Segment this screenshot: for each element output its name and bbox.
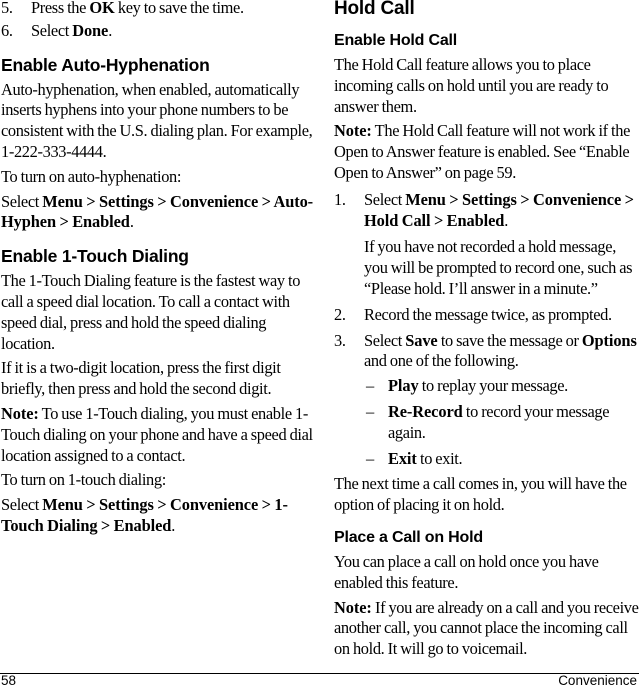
page-number: 58	[1, 673, 17, 688]
section-heading: Enable 1-Touch Dialing	[1, 246, 189, 267]
step-number: 6.	[1, 20, 13, 40]
menu-path: Menu > Settings > Convenience > Auto-Hyp…	[1, 191, 314, 232]
step-number: 5.	[1, 0, 13, 17]
left-column: 5. Press the OK key to save the time. 6.…	[1, 0, 319, 545]
continued-steps-list: 5. Press the OK key to save the time. 6.…	[1, 0, 319, 42]
paragraph: The next time a call comes in, you will …	[334, 474, 627, 515]
paragraph: Auto-hyphenation, when enabled, automati…	[1, 79, 313, 161]
step-item: 6. Select Done.	[1, 20, 112, 40]
chapter-section-heading: Hold Call	[334, 0, 415, 19]
option-name: Exit	[388, 448, 417, 468]
note-label: Note:	[1, 403, 39, 423]
paragraph: To turn on auto-hyphenation:	[1, 166, 182, 186]
step-item: 3. Select Save to save the message or Op…	[334, 331, 639, 470]
note: Note: The Hold Call feature will not wor…	[334, 121, 631, 182]
option-item: – Re-Record to record your message again…	[366, 401, 610, 442]
chapter-name: Convenience	[558, 673, 637, 688]
section-heading: Enable Auto-Hyphenation	[1, 54, 210, 75]
menu-path: Menu > Settings > Convenience > 1-Touch …	[1, 495, 288, 535]
option-item: – Play to replay your message.	[366, 376, 568, 396]
subsection-heading: Place a Call on Hold	[334, 528, 483, 546]
step-detail: If you have not recorded a hold message,…	[364, 237, 633, 298]
right-column: Hold Call Enable Hold Call The Hold Call…	[334, 0, 639, 668]
menu-path-instruction: Select Menu > Settings > Convenience > 1…	[1, 495, 288, 535]
paragraph: To turn on 1-touch dialing:	[1, 470, 166, 490]
note-label: Note:	[334, 121, 372, 141]
step-item: 2. Record the message twice, as prompted…	[334, 304, 612, 324]
section-place-call-on-hold: Place a Call on Hold You can place a cal…	[334, 528, 639, 660]
step-item: 1. Select Menu > Settings > Convenience …	[334, 190, 639, 300]
menu-path-instruction: Select Menu > Settings > Convenience > A…	[1, 191, 314, 232]
dash-bullet: –	[366, 401, 374, 421]
menu-path: Menu > Settings > Convenience > Hold Cal…	[364, 189, 634, 230]
option-name: Re-Record	[388, 401, 463, 421]
step-number: 3.	[334, 330, 346, 350]
paragraph: The Hold Call feature allows you to plac…	[334, 55, 609, 116]
note: Note: To use 1-Touch dialing, you must e…	[1, 403, 313, 465]
section-enable-hold-call: Enable Hold Call The Hold Call feature a…	[334, 31, 639, 516]
note-label: Note:	[334, 597, 372, 617]
footer-divider	[0, 673, 639, 674]
key-name: OK	[89, 0, 115, 17]
section-1-touch-dialing: Enable 1-Touch Dialing The 1-Touch Diali…	[1, 245, 319, 537]
paragraph: If it is a two-digit location, press the…	[1, 358, 281, 399]
paragraph: The 1-Touch Dialing feature is the faste…	[1, 271, 301, 353]
step-number: 2.	[334, 304, 346, 324]
step-item: 5. Press the OK key to save the time.	[1, 0, 244, 17]
section-auto-hyphenation: Enable Auto-Hyphenation Auto-hyphenation…	[1, 54, 319, 234]
menu-option: Options	[581, 330, 637, 350]
steps-list: 1. Select Menu > Settings > Convenience …	[334, 190, 639, 470]
dash-bullet: –	[366, 376, 374, 396]
menu-option: Done	[72, 20, 109, 40]
options-list: – Play to replay your message. – Re-Reco…	[364, 376, 639, 469]
subsection-heading: Enable Hold Call	[334, 32, 458, 49]
step-number: 1.	[334, 189, 346, 209]
menu-option: Save	[405, 330, 438, 350]
dash-bullet: –	[366, 448, 374, 468]
note: Note: If you are already on a call and y…	[334, 597, 639, 659]
option-item: – Exit to exit.	[366, 448, 463, 468]
paragraph: You can place a call on hold once you ha…	[334, 551, 599, 592]
option-name: Play	[388, 376, 419, 396]
